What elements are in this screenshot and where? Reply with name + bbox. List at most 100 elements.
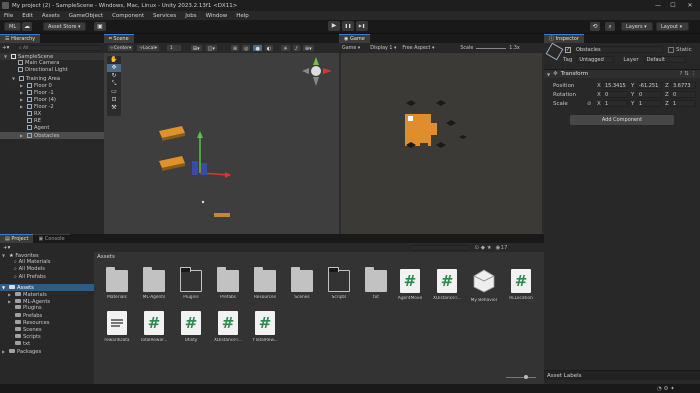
scale-y-field[interactable]: 1	[636, 100, 662, 107]
layout-dropdown[interactable]: Layout ▾	[656, 22, 689, 31]
rotation-z-field[interactable]: 0	[670, 91, 696, 98]
asset-folder-ml-agents[interactable]: ML-Agents	[136, 267, 172, 300]
shading-lit-icon[interactable]: ◐	[263, 44, 275, 52]
tab-project[interactable]: ▤ Project	[0, 234, 34, 243]
favorite-all-prefabs[interactable]: ⌕ All Prefabs	[0, 274, 94, 281]
cloud-icon[interactable]: ☁	[22, 22, 32, 31]
obstacle-block[interactable]	[214, 213, 230, 217]
orientation-gizmo[interactable]	[302, 57, 332, 86]
asset-script-xdistance-2[interactable]: # XDistanceT...	[210, 311, 246, 343]
menu-component[interactable]: Component	[112, 13, 144, 19]
expand-icon[interactable]: ▼	[547, 72, 550, 77]
floor-block[interactable]	[159, 126, 185, 141]
asset-folder-scenes[interactable]: Scenes	[284, 267, 320, 300]
asset-folder-prefabs[interactable]: Prefabs	[210, 267, 246, 300]
tree-folder-materials[interactable]: ▶ Materials	[0, 291, 94, 298]
maximize-button[interactable]: ☐	[666, 0, 680, 11]
tree-folder-resources[interactable]: Resources	[0, 319, 94, 327]
create-icon[interactable]: +▾	[3, 245, 10, 251]
tree-folder-plugins[interactable]: Plugins	[0, 305, 94, 312]
asset-script-rllocation[interactable]: # RLLocation	[503, 269, 539, 301]
package-icon[interactable]: ▣	[94, 22, 106, 31]
tree-folder-scripts[interactable]: Scripts	[0, 334, 94, 341]
tree-item-obstacles[interactable]: ▶ Obstacles	[0, 132, 104, 140]
tree-item-rx[interactable]: RX	[0, 110, 104, 118]
position-y-field[interactable]: -61.251	[636, 82, 662, 89]
position-x-field[interactable]: 15.3415	[602, 82, 628, 89]
asset-script-agentmove[interactable]: # AgentMove	[392, 269, 428, 301]
static-checkbox[interactable]	[668, 46, 674, 53]
history-icon[interactable]: ⟲	[590, 22, 600, 31]
rotation-y-field[interactable]: 0	[636, 91, 662, 98]
menu-assets[interactable]: Assets	[42, 13, 60, 19]
asset-script-ytotalreward[interactable]: # YTotalRew...	[247, 311, 283, 343]
tag-dropdown[interactable]: Untagged	[576, 56, 615, 63]
breadcrumb[interactable]: Assets	[94, 252, 544, 262]
tree-folder-scenes[interactable]: Scenes	[0, 326, 94, 334]
tree-item-training-area[interactable]: ▼ Training Area	[0, 75, 104, 82]
pause-button[interactable]: ❚❚	[342, 21, 354, 31]
icon-size-slider-handle[interactable]	[524, 375, 528, 379]
tree-folder-ml-agents[interactable]: ▶ ML-Agents	[0, 298, 94, 305]
agent-gizmo[interactable]	[192, 131, 231, 178]
tree-item-floor-1[interactable]: ▶ Floor -1	[0, 89, 104, 96]
grid-snap-field[interactable]: 1	[165, 44, 182, 52]
menu-gameobject[interactable]: GameObject	[69, 13, 103, 19]
asset-script-xdistance[interactable]: # XDistanceT...	[429, 269, 465, 301]
tree-item-assets[interactable]: ▼ Assets	[0, 283, 94, 291]
tree-item-agent[interactable]: Agent	[0, 124, 104, 132]
close-button[interactable]: ✕	[683, 0, 697, 11]
orientation-icon[interactable]: ⊛	[229, 44, 241, 52]
layer-dropdown[interactable]: Default	[643, 56, 686, 63]
lighting-icon[interactable]: ☀	[280, 44, 291, 52]
icon-size-slider[interactable]	[506, 377, 536, 378]
object-name-field[interactable]: Obstacles	[573, 46, 663, 53]
hierarchy-search-input[interactable]: ⌕ All	[16, 44, 102, 51]
filter-icons[interactable]: ⊙ ◆ ★	[474, 245, 491, 251]
grid-toggle-icon[interactable]: ⊞▾	[189, 44, 203, 52]
tree-item-re[interactable]: RE	[0, 117, 104, 125]
menu-help[interactable]: Help	[236, 13, 249, 19]
asset-folder-resources[interactable]: Resources	[247, 267, 283, 300]
tree-item-floor-0[interactable]: ▶ Floor 0	[0, 82, 104, 89]
menu-file[interactable]: File	[4, 13, 13, 19]
favorites-item[interactable]: ▼ ★ Favorites	[0, 252, 94, 259]
menu-window[interactable]: Window	[206, 13, 228, 19]
shading-wire-icon[interactable]: ◎	[241, 44, 252, 52]
tree-item-directional-light[interactable]: Directional Light	[0, 67, 104, 74]
aspect-dropdown[interactable]: Free Aspect ▾	[402, 46, 434, 51]
favorite-all-materials[interactable]: ⌕ All Materials	[0, 259, 94, 266]
account-button[interactable]: ML	[4, 22, 22, 31]
menu-edit[interactable]: Edit	[22, 13, 33, 19]
floor-block[interactable]	[159, 156, 185, 171]
pivot-dropdown[interactable]: ⊹Center▾	[107, 44, 135, 52]
rotation-x-field[interactable]: 0	[602, 91, 628, 98]
position-z-field[interactable]: 3.6773	[670, 82, 696, 89]
transform-header[interactable]: ▼ ✥ Transform ? ⇅ ⋮	[544, 69, 700, 78]
asset-text-rewarddata[interactable]: rewardData	[99, 311, 135, 343]
snap-icon[interactable]: ◫▾	[204, 44, 218, 52]
tree-item-main-camera[interactable]: Main Camera	[0, 60, 104, 67]
menu-services[interactable]: Services	[153, 13, 176, 19]
scale-z-field[interactable]: 1	[670, 100, 696, 107]
game-viewport[interactable]	[341, 53, 542, 234]
tab-inspector[interactable]: ⓘ Inspector	[544, 34, 584, 43]
tab-console[interactable]: ▣ Console	[33, 234, 70, 243]
tab-scene[interactable]: ⌗ Scene	[104, 34, 134, 43]
space-dropdown[interactable]: ⊹Local▾	[136, 44, 160, 52]
tree-item-floor-4[interactable]: ▶ Floor (4)	[0, 96, 104, 103]
asset-labels-header[interactable]: Asset Labels	[544, 370, 700, 380]
tab-game[interactable]: ◉ Game	[339, 34, 370, 43]
favorite-all-models[interactable]: ⌕ All Models	[0, 266, 94, 273]
asset-folder-txt[interactable]: txt	[358, 267, 394, 300]
scene-viewport[interactable]	[104, 53, 339, 234]
play-button[interactable]: ▶	[328, 21, 340, 31]
asset-folder-materials[interactable]: Materials	[99, 267, 135, 300]
search-icon[interactable]: ⌕	[605, 22, 615, 31]
tree-item-samplescene[interactable]: ▼ SampleScene	[0, 53, 104, 61]
menu-jobs[interactable]: Jobs	[185, 13, 196, 19]
scale-x-field[interactable]: 1	[602, 100, 628, 107]
asset-folder-scripts[interactable]: Scripts	[321, 267, 357, 300]
gizmos-icon[interactable]: ⊕▾	[301, 44, 315, 52]
tree-folder-prefabs[interactable]: Prefabs	[0, 312, 94, 320]
